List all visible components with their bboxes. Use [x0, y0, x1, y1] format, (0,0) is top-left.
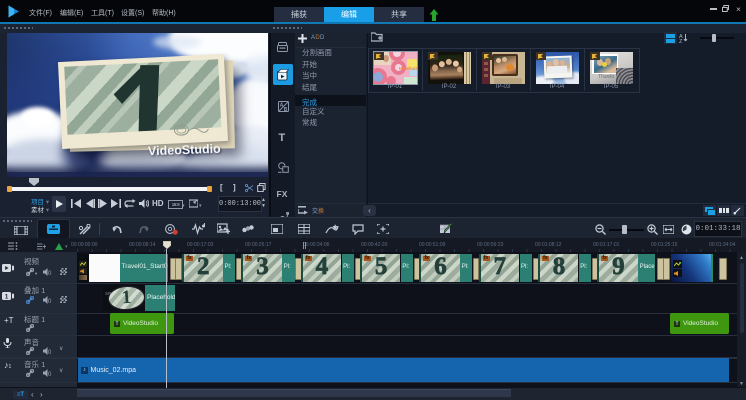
- svg-text:B: B: [284, 107, 288, 112]
- svg-text:1: 1: [5, 294, 9, 301]
- svg-text:0: 0: [48, 372, 52, 377]
- svg-text:0: 0: [48, 299, 52, 304]
- svg-text:0: 0: [48, 271, 52, 276]
- svg-text:0: 0: [48, 350, 52, 355]
